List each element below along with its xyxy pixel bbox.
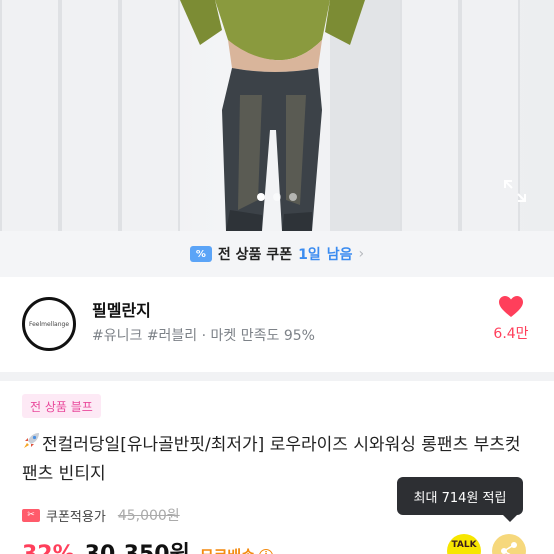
share-icon [501,542,517,554]
store-tags: #유니크 #러블리 · 마켓 만족도 95% [92,328,315,344]
coupon-icon: ✂ [22,508,40,522]
expand-icon[interactable] [502,178,528,204]
product-image[interactable] [0,0,554,231]
section-divider [0,372,554,381]
free-shipping[interactable]: 무료배송 i [200,545,274,554]
like-button[interactable]: 6.4만 [486,295,536,343]
free-shipping-label: 무료배송 [200,545,255,554]
carousel-dot[interactable] [273,193,281,201]
carousel-indicator [0,193,554,201]
original-price: 45,000원 [117,508,180,524]
price-row: 32% 30,350원 무료배송 i [22,536,274,554]
chevron-right-icon: › [358,246,365,262]
coupon-banner[interactable]: % 전 상품 쿠폰 1일 남음 › [0,231,554,277]
event-badge: 전 상품 블프 [22,394,101,418]
coupon-ticket-icon: % [189,246,212,262]
like-count: 6.4만 [493,326,529,342]
store-name[interactable]: 필멜란지 [92,297,151,321]
rocket-icon [24,433,39,448]
points-tooltip-text: 최대 714원 적립 [413,490,507,506]
talk-button-label: TALK [451,540,477,550]
store-logo[interactable]: Feelmellange [22,297,76,351]
coupon-banner-suffix: 남음 [326,247,353,263]
coupon-banner-text: 전 상품 쿠폰 [217,247,293,263]
coupon-price-row: ✂ 쿠폰적용가 45,000원 [22,505,180,525]
share-button[interactable] [492,534,526,554]
store-section[interactable]: Feelmellange 필멜란지 #유니크 #러블리 · 마켓 만족도 95%… [0,277,554,372]
carousel-dot[interactable] [257,193,265,201]
store-logo-text: Feelmellange [28,320,70,328]
carousel-dot[interactable] [289,193,297,201]
coupon-price-label: 쿠폰적용가 [46,509,106,525]
heart-icon [499,296,523,317]
points-tooltip: 최대 714원 적립 [397,477,523,522]
info-icon: i [259,548,274,554]
sale-price: 30,350원 [85,536,190,554]
coupon-banner-remaining: 1일 [298,247,321,263]
talk-button[interactable]: TALK [447,534,481,554]
discount-rate: 32% [22,542,75,554]
